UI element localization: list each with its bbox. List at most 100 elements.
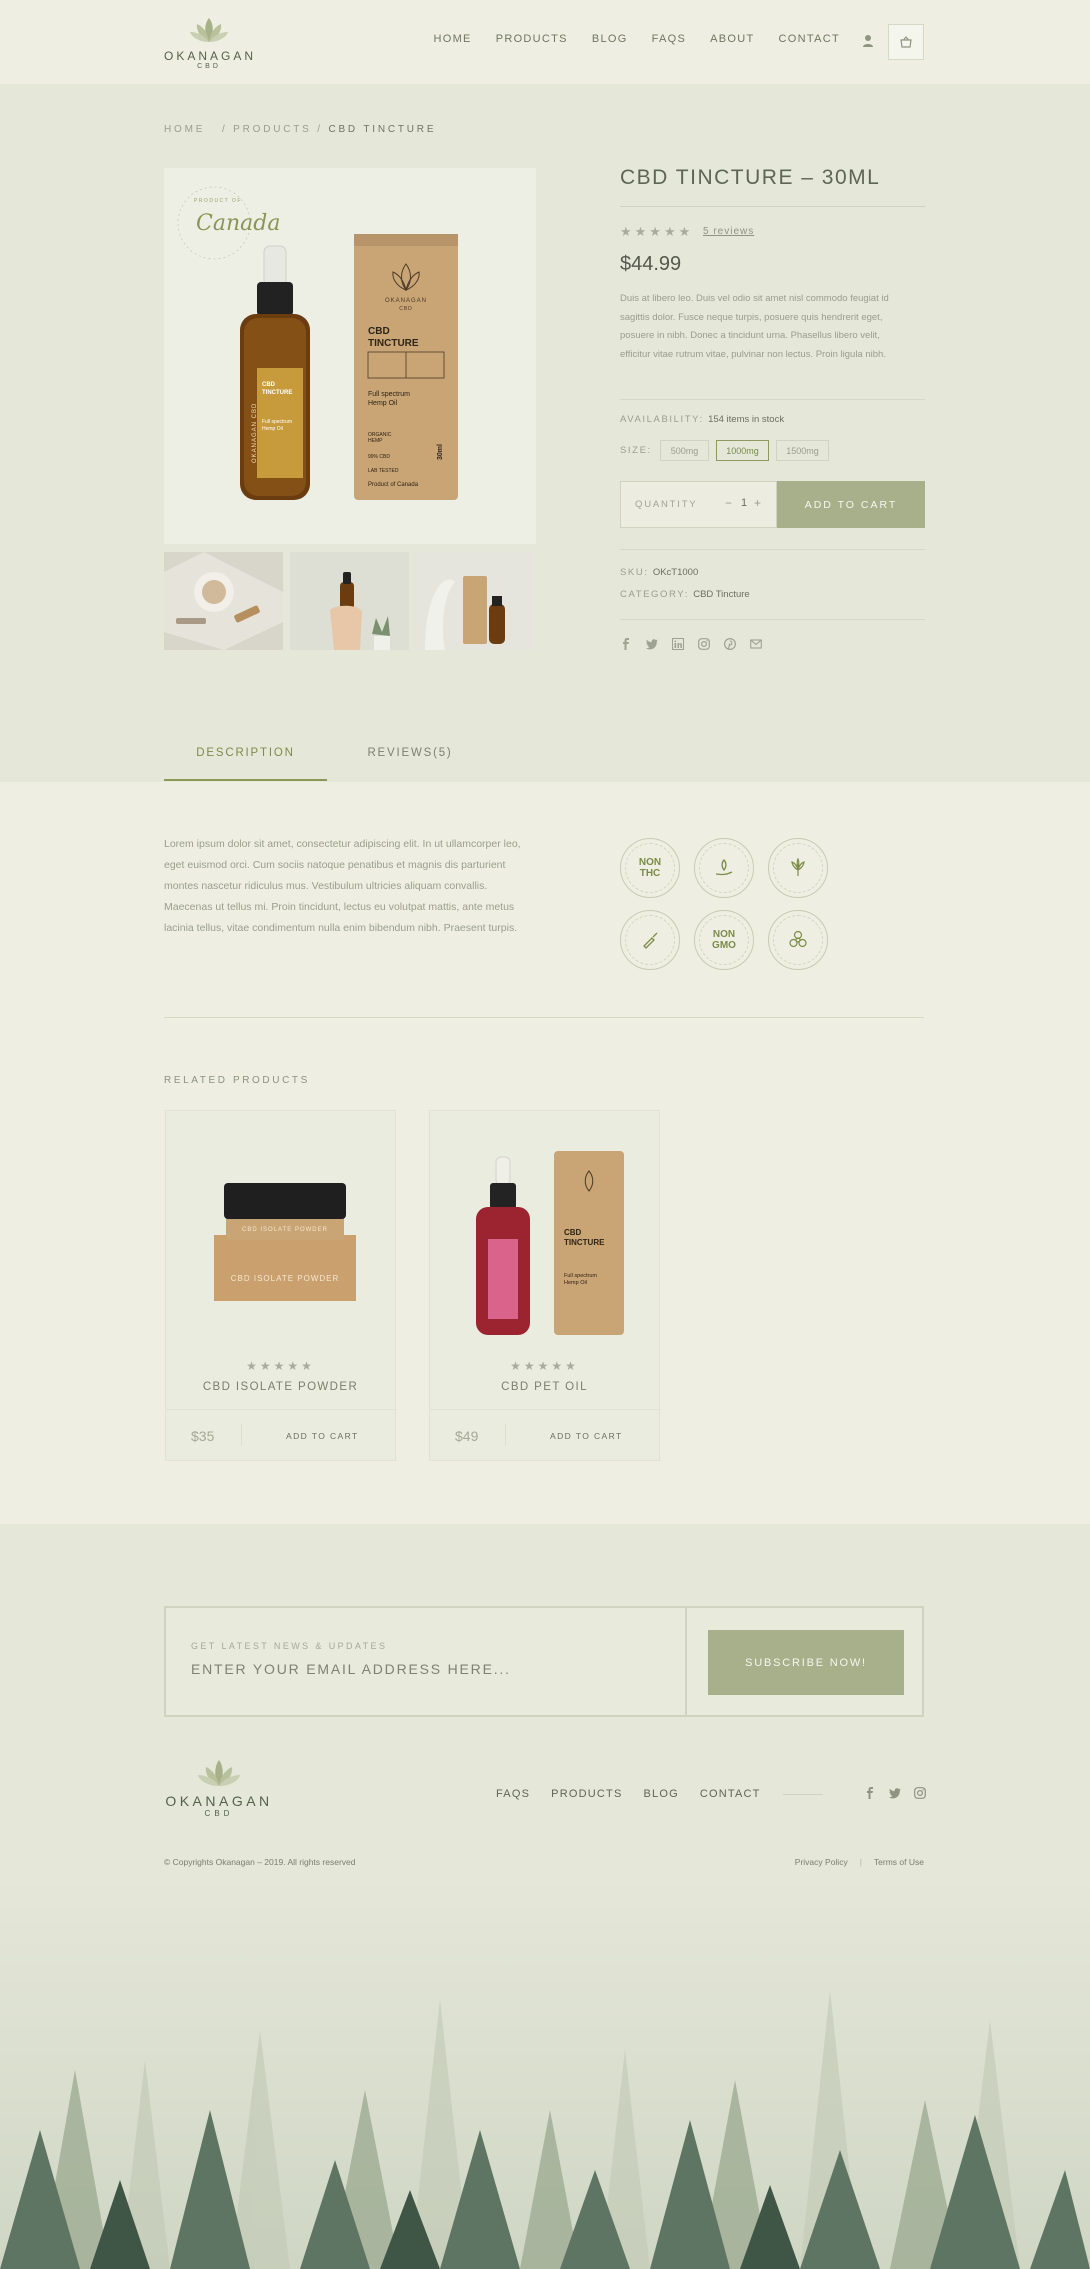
footer-nav-contact[interactable]: CONTACT xyxy=(700,1788,761,1800)
quantity-increase-button[interactable]: + xyxy=(754,496,761,510)
svg-text:CBD ISOLATE POWDER: CBD ISOLATE POWDER xyxy=(231,1274,340,1283)
basket-icon xyxy=(900,36,912,48)
card-add-to-cart-button[interactable]: ADD TO CART xyxy=(286,1431,359,1441)
product-main-image[interactable]: Canada PRODUCT OF CBD TINCTURE Full spec… xyxy=(164,168,536,544)
size-option-1500mg[interactable]: 1500mg xyxy=(776,440,829,461)
svg-text:99% CBD: 99% CBD xyxy=(368,454,390,460)
leaf-logo-icon xyxy=(198,1760,240,1786)
reviews-link[interactable]: 5 reviews xyxy=(703,226,754,237)
nav-about[interactable]: ABOUT xyxy=(710,33,754,45)
legal-separator: | xyxy=(859,1857,862,1867)
terms-of-use-link[interactable]: Terms of Use xyxy=(874,1857,924,1867)
subscribe-button[interactable]: SUBSCRIBE NOW! xyxy=(708,1630,904,1695)
card-footer: $49 ADD TO CART xyxy=(430,1409,659,1461)
svg-text:30ml: 30ml xyxy=(437,444,444,460)
nav-blog[interactable]: BLOG xyxy=(592,33,628,45)
card-add-to-cart-button[interactable]: ADD TO CART xyxy=(550,1431,623,1441)
newsletter-label: GET LATEST NEWS & UPDATES xyxy=(191,1641,388,1651)
card-product-name[interactable]: CBD PET OIL xyxy=(430,1381,659,1393)
svg-text:Product of Canada: Product of Canada xyxy=(368,482,419,488)
divider xyxy=(620,619,925,620)
privacy-policy-link[interactable]: Privacy Policy xyxy=(795,1857,848,1867)
footer-nav-faqs[interactable]: FAQS xyxy=(496,1788,530,1800)
svg-text:Hemp Oil: Hemp Oil xyxy=(564,1280,587,1286)
tincture-product-illustration: Canada PRODUCT OF CBD TINCTURE Full spec… xyxy=(177,186,458,500)
svg-text:LAB TESTED: LAB TESTED xyxy=(368,468,399,474)
legal-links: Privacy Policy | Terms of Use xyxy=(795,1857,924,1867)
product-short-description: Duis at libero leo. Duis vel odio sit am… xyxy=(620,293,889,360)
category: CATEGORY: CBD Tincture xyxy=(620,589,750,600)
related-product-card[interactable]: CBD ISOLATE POWDER CBD ISOLATE POWDER ★★… xyxy=(165,1110,396,1461)
card-product-name[interactable]: CBD ISOLATE POWDER xyxy=(166,1381,395,1393)
nav-faqs[interactable]: FAQS xyxy=(652,33,687,45)
divider xyxy=(620,399,925,400)
svg-text:Full spectrum: Full spectrum xyxy=(564,1273,597,1279)
nav-home[interactable]: HOME xyxy=(433,33,471,45)
card-price: $35 xyxy=(191,1428,215,1444)
newsletter-box: GET LATEST NEWS & UPDATES ENTER YOUR EMA… xyxy=(164,1606,924,1717)
leaf-logo-icon xyxy=(190,18,228,42)
non-toxic-badge xyxy=(768,910,828,970)
email-icon[interactable] xyxy=(750,638,762,650)
instagram-icon[interactable] xyxy=(914,1787,926,1799)
breadcrumb-home[interactable]: HOME xyxy=(164,124,205,135)
main-nav: HOME PRODUCTS BLOG FAQS ABOUT CONTACT xyxy=(433,33,840,45)
related-product-card[interactable]: CBD TINCTURE Full spectrum Hemp Oil ★★★★… xyxy=(429,1110,660,1461)
nav-products[interactable]: PRODUCTS xyxy=(496,33,568,45)
add-to-cart-button[interactable]: ADD TO CART xyxy=(777,481,925,528)
pet-oil-image: CBD TINCTURE Full spectrum Hemp Oil xyxy=(476,1151,624,1335)
nav-contact[interactable]: CONTACT xyxy=(779,33,840,45)
svg-text:Hemp Oil: Hemp Oil xyxy=(262,426,283,432)
tab-reviews[interactable]: REVIEWS(5) xyxy=(345,740,475,781)
svg-text:CBD: CBD xyxy=(564,1228,582,1237)
thumbnail-photo-products xyxy=(415,552,534,650)
site-logo[interactable]: OKANAGAN CBD xyxy=(164,16,254,70)
related-products-heading: RELATED PRODUCTS xyxy=(164,1075,310,1086)
breadcrumb-products[interactable]: PRODUCTS xyxy=(233,124,312,135)
twitter-icon[interactable] xyxy=(646,638,658,650)
product-thumbnail-1[interactable] xyxy=(164,552,283,650)
footer-nav-products[interactable]: PRODUCTS xyxy=(551,1788,622,1800)
tab-description[interactable]: DESCRIPTION xyxy=(164,740,327,781)
svg-text:Hemp Oil: Hemp Oil xyxy=(368,400,398,407)
svg-text:Full spectrum: Full spectrum xyxy=(262,419,292,425)
footer-logo[interactable]: OKANAGAN CBD xyxy=(164,1758,274,1820)
non-thc-badge: NON THC xyxy=(620,838,680,898)
product-thumbnail-2[interactable] xyxy=(290,552,409,650)
category-value[interactable]: CBD Tincture xyxy=(693,589,750,600)
pinterest-icon[interactable] xyxy=(724,638,736,650)
quantity-value[interactable]: 1 xyxy=(741,497,747,509)
size-option-1000mg[interactable]: 1000mg xyxy=(716,440,769,461)
card-price: $49 xyxy=(455,1428,479,1444)
cart-button[interactable] xyxy=(888,24,924,60)
thumbnail-photo-hand xyxy=(290,552,409,650)
svg-text:CBD ISOLATE POWDER: CBD ISOLATE POWDER xyxy=(242,1227,328,1233)
svg-text:TINCTURE: TINCTURE xyxy=(564,1238,605,1247)
svg-text:Full spectrum: Full spectrum xyxy=(368,391,410,398)
product-thumbnail-3[interactable] xyxy=(415,552,534,650)
facebook-icon[interactable] xyxy=(620,638,632,650)
logo-subtitle: CBD xyxy=(197,63,221,70)
thumbnail-photo-cup xyxy=(164,552,283,650)
footer-nav: FAQS PRODUCTS BLOG CONTACT xyxy=(496,1788,761,1800)
svg-text:HEMP: HEMP xyxy=(368,438,383,444)
lab-certified-badge xyxy=(620,910,680,970)
card-divider xyxy=(241,1424,242,1446)
user-icon[interactable] xyxy=(862,34,874,48)
newsletter-email-input[interactable]: ENTER YOUR EMAIL ADDRESS HERE... xyxy=(191,1661,511,1677)
instagram-icon[interactable] xyxy=(698,638,710,650)
size-option-500mg[interactable]: 500mg xyxy=(660,440,709,461)
newsletter-divider xyxy=(685,1608,687,1715)
footer-nav-blog[interactable]: BLOG xyxy=(643,1788,678,1800)
logo-subtitle: CBD xyxy=(204,1809,234,1818)
sku: SKU: OKcT1000 xyxy=(620,567,698,578)
share-links xyxy=(620,638,762,650)
linkedin-icon[interactable] xyxy=(672,638,684,650)
twitter-icon[interactable] xyxy=(889,1787,901,1799)
facebook-icon[interactable] xyxy=(864,1787,876,1799)
quantity-label: QUANTITY xyxy=(635,499,698,510)
footer-social-links xyxy=(864,1787,926,1799)
quantity-decrease-button[interactable]: − xyxy=(725,496,732,510)
divider xyxy=(620,206,925,207)
divider xyxy=(164,1017,924,1018)
